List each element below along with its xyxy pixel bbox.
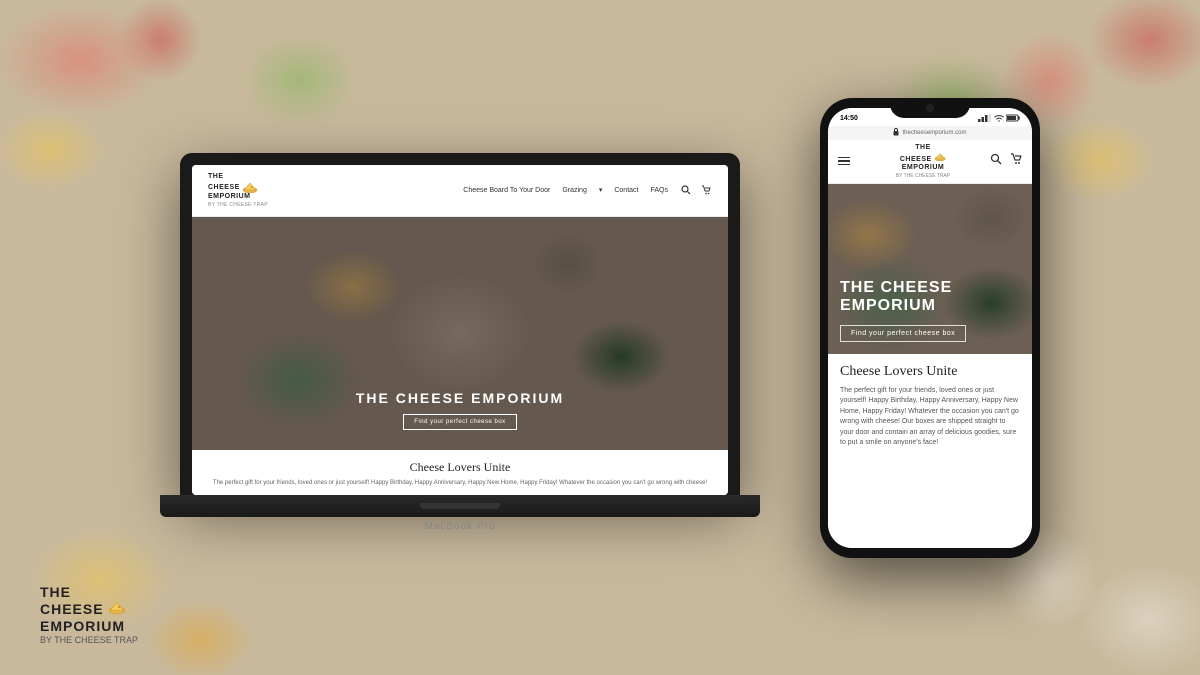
- phone-hero: THE CHEESE EMPORIUM Find your perfect ch…: [828, 184, 1032, 354]
- phone-nav-icons: [990, 152, 1022, 170]
- phone-logo-text: THE CHEESE EMPORIUM: [900, 144, 946, 173]
- laptop-hero-button[interactable]: Find your perfect cheese box: [403, 414, 516, 430]
- main-content: THE CHEESE EMPORIUM BY THE CHEESE TRAP: [0, 0, 1200, 675]
- laptop-hero-title: THE CHEESE EMPORIUM: [356, 390, 564, 406]
- laptop-site-logo: THE CHEESE EMPORIUM BY THE CHEESE TRAP: [208, 173, 268, 208]
- phone-cheese-icon: [934, 152, 946, 161]
- phone-site-logo: THE CHEESE EMPORIUM BY THE CHEESE TRAP: [856, 144, 990, 179]
- laptop-section-text: The perfect gift for your friends, loved…: [208, 479, 712, 487]
- laptop-section: Cheese Lovers Unite The perfect gift for…: [192, 450, 728, 495]
- laptop-hero: THE CHEESE EMPORIUM Find your perfect ch…: [192, 217, 728, 450]
- phone-logo-sub: BY THE CHEESE TRAP: [896, 173, 950, 179]
- bottom-logo-watermark: THE CHEESE EMPORIUM BY THE CHEESE TRAP: [40, 584, 138, 645]
- laptop-nav-icons: [680, 184, 712, 196]
- laptop-body: THE CHEESE EMPORIUM BY THE CHEESE TRAP: [180, 153, 740, 495]
- laptop-base: [160, 495, 760, 517]
- phone-notch: [890, 98, 970, 118]
- phone-cart-icon[interactable]: [1010, 152, 1022, 170]
- bottom-cheese-icon: [108, 600, 126, 614]
- laptop-search-icon[interactable]: [680, 184, 692, 196]
- phone-mockup: 14:50 thecheesempo: [820, 98, 1040, 558]
- phone-hero-title: THE CHEESE EMPORIUM: [840, 279, 952, 314]
- laptop-nav: THE CHEESE EMPORIUM BY THE CHEESE TRAP: [192, 165, 728, 217]
- phone-status-icons: [978, 114, 1020, 124]
- laptop-section-title: Cheese Lovers Unite: [208, 460, 712, 475]
- laptop-logo-text: THE CHEESE EMPORIUM: [208, 173, 268, 202]
- laptop-logo-sub: BY THE CHEESE TRAP: [208, 202, 268, 208]
- phone-lock-icon: [893, 128, 899, 138]
- laptop-nav-link-2[interactable]: Grazing: [562, 187, 587, 194]
- bottom-logo-text: THE CHEESE EMPORIUM: [40, 584, 138, 635]
- phone-hero-button[interactable]: Find your perfect cheese box: [840, 325, 966, 342]
- phone-time: 14:50: [840, 115, 858, 122]
- bottom-logo-sub: BY THE CHEESE TRAP: [40, 635, 138, 645]
- laptop-nav-link-3[interactable]: Contact: [614, 187, 638, 194]
- laptop-label: MacBook Pro: [424, 521, 495, 532]
- laptop-cheese-icon: [242, 181, 258, 193]
- phone-search-icon[interactable]: [990, 152, 1002, 170]
- phone-section-text: The perfect gift for your friends, loved…: [840, 386, 1020, 449]
- phone-battery-icon: [1006, 114, 1020, 124]
- laptop-cart-icon[interactable]: [700, 184, 712, 196]
- phone-section: Cheese Lovers Unite The perfect gift for…: [828, 354, 1032, 548]
- phone-wifi-icon: [994, 114, 1004, 124]
- phone-url-bar: thecheesemporium.com: [828, 126, 1032, 140]
- phone-screen: 14:50 thecheesempo: [828, 108, 1032, 548]
- laptop-mockup: THE CHEESE EMPORIUM BY THE CHEESE TRAP: [160, 153, 760, 532]
- laptop-nav-link-1[interactable]: Cheese Board To Your Door: [463, 187, 550, 194]
- phone-nav: THE CHEESE EMPORIUM BY THE CHEESE TRAP: [828, 140, 1032, 184]
- laptop-nav-chevron: ▾: [599, 186, 603, 194]
- phone-section-title: Cheese Lovers Unite: [840, 364, 1020, 380]
- phone-camera: [926, 104, 934, 112]
- phone-signal-icon: [978, 114, 992, 124]
- laptop-nav-link-4[interactable]: FAQs: [650, 187, 668, 194]
- laptop-screen: THE CHEESE EMPORIUM BY THE CHEESE TRAP: [192, 165, 728, 495]
- phone-hamburger-icon[interactable]: [838, 157, 850, 166]
- phone-url: thecheesemporium.com: [902, 130, 966, 136]
- laptop-nav-links: Cheese Board To Your Door Grazing ▾ Cont…: [463, 186, 668, 194]
